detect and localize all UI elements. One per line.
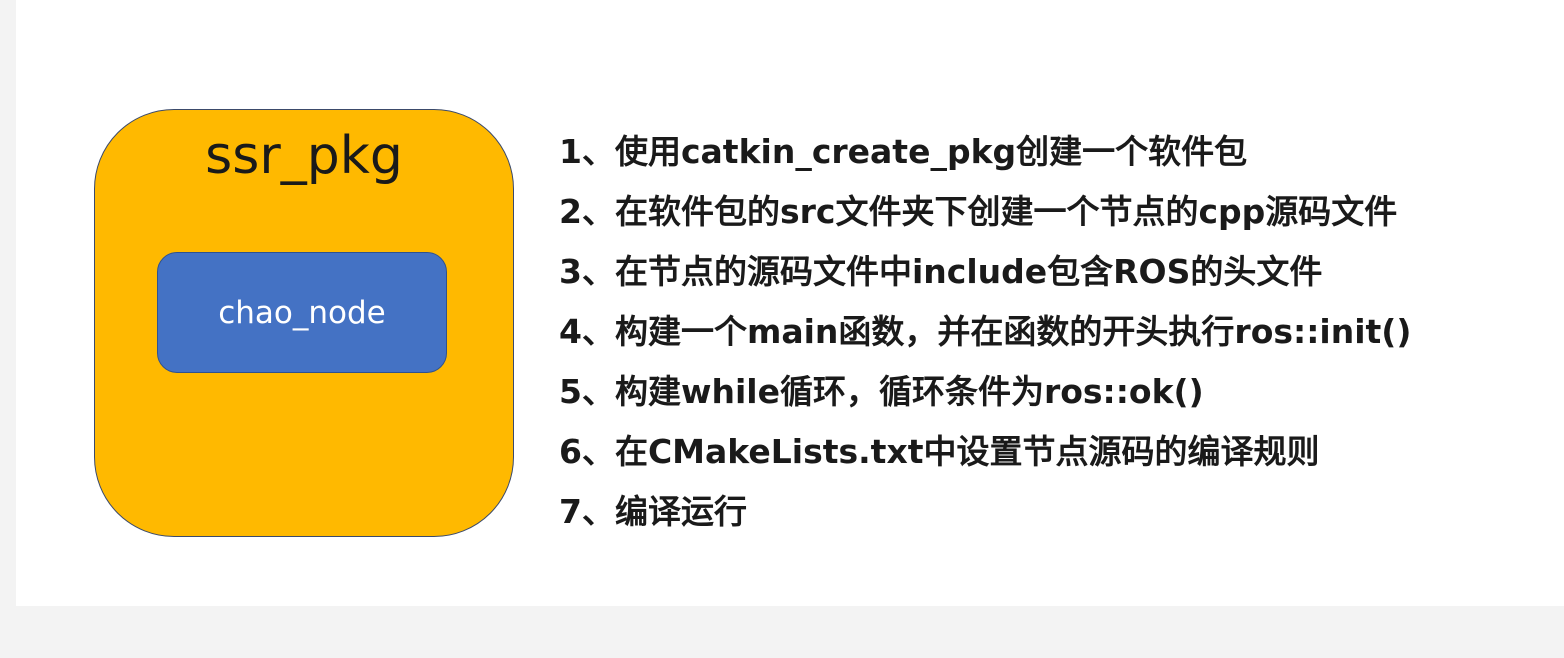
step-item: 4、构建一个main函数，并在函数的开头执行ros::init() <box>559 312 1412 351</box>
step-item: 1、使用catkin_create_pkg创建一个软件包 <box>559 132 1248 171</box>
step-item: 6、在CMakeLists.txt中设置节点源码的编译规则 <box>559 432 1320 471</box>
steps-list: 1、使用catkin_create_pkg创建一个软件包 2、在软件包的src文… <box>559 128 1411 548</box>
package-box: ssr_pkg chao_node <box>94 109 514 537</box>
step-item: 7、编译运行 <box>559 492 747 531</box>
step-item: 3、在节点的源码文件中include包含ROS的头文件 <box>559 252 1323 291</box>
node-label: chao_node <box>218 294 386 331</box>
package-title: ssr_pkg <box>205 126 403 186</box>
node-box: chao_node <box>157 252 447 373</box>
step-item: 2、在软件包的src文件夹下创建一个节点的cpp源码文件 <box>559 192 1398 231</box>
step-item: 5、构建while循环，循环条件为ros::ok() <box>559 372 1204 411</box>
